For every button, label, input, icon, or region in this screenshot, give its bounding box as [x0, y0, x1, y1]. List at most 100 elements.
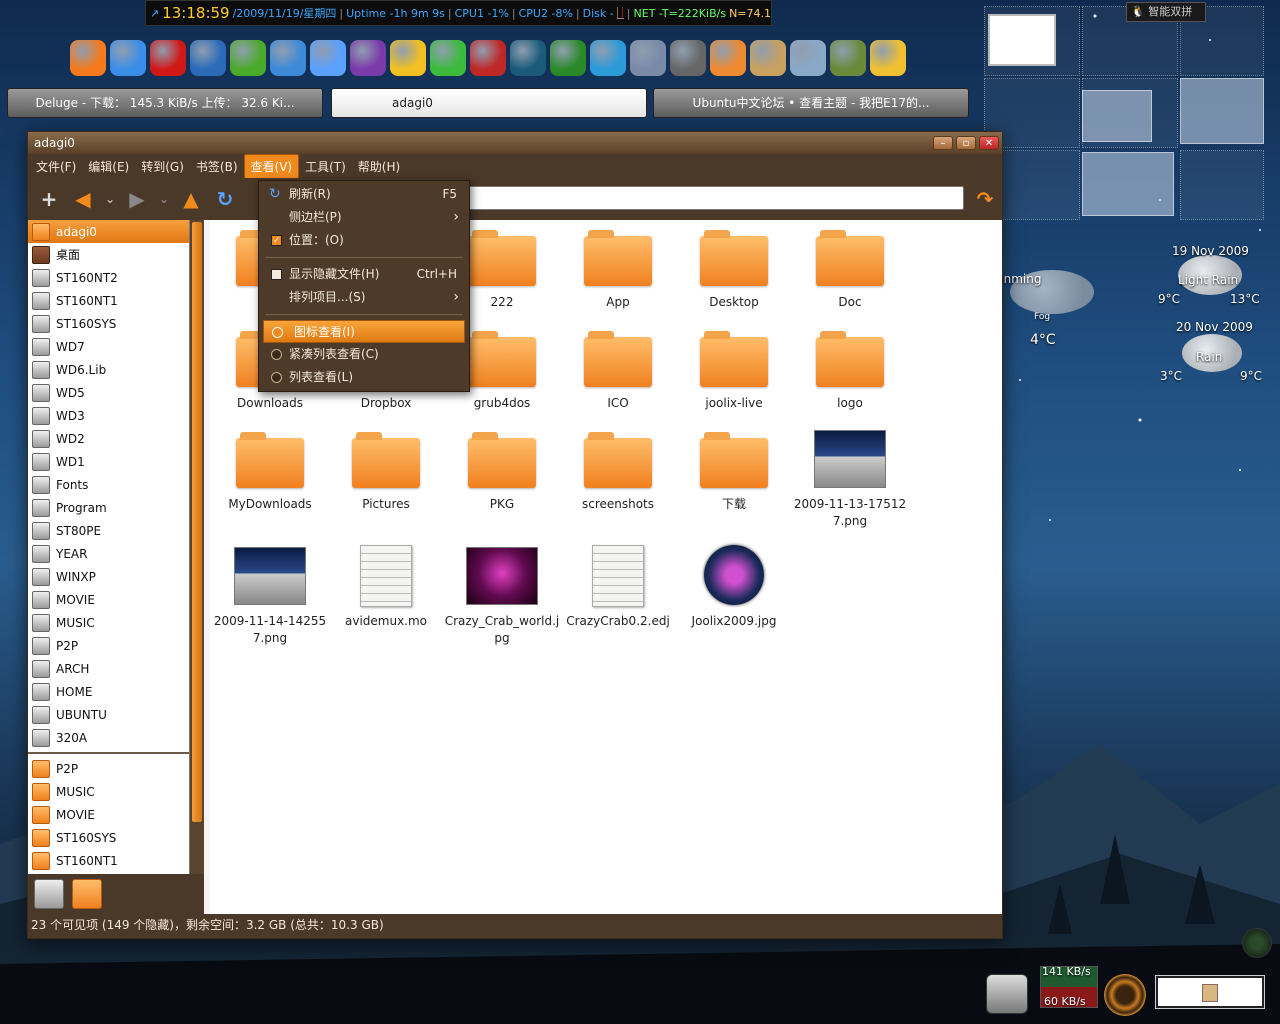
sidebar-item[interactable]: WD7: [28, 335, 189, 358]
speaker-icon[interactable]: [1104, 974, 1146, 1016]
file-item[interactable]: joolix-live: [676, 327, 792, 412]
reload-button[interactable]: ↻: [210, 184, 240, 214]
file-item[interactable]: MyDownloads: [212, 428, 328, 513]
view-menu-item[interactable]: 列表查看(L): [259, 366, 469, 389]
books-icon[interactable]: [830, 40, 866, 76]
round-indicator-icon[interactable]: [1242, 928, 1272, 958]
forward-history-icon[interactable]: ⌄: [156, 184, 172, 214]
task-deluge[interactable]: Deluge - 下载： 145.3 KiB/s 上传： 32.6 Ki...: [7, 88, 323, 118]
view-menu-item[interactable]: 侧边栏(P) ›: [259, 206, 469, 229]
workspace-9[interactable]: [1180, 150, 1264, 220]
menu-go[interactable]: 转到(G): [135, 155, 190, 178]
sidebar-item[interactable]: WD1: [28, 450, 189, 473]
file-item[interactable]: ICO: [560, 327, 676, 412]
swirl-icon[interactable]: [710, 40, 746, 76]
sidebar-item[interactable]: 320A: [28, 726, 189, 749]
sidebar-item[interactable]: 桌面: [28, 243, 189, 266]
file-item[interactable]: 下载: [676, 428, 792, 513]
clipboard-applet[interactable]: [1155, 975, 1265, 1009]
file-item[interactable]: Desktop: [676, 226, 792, 311]
location-entry[interactable]: [468, 186, 964, 210]
gimp-icon[interactable]: [670, 40, 706, 76]
minimize-button[interactable]: –: [933, 136, 953, 150]
file-item[interactable]: App: [560, 226, 676, 311]
xfe-icon[interactable]: [790, 40, 826, 76]
firefox-icon[interactable]: [70, 40, 106, 76]
go-button[interactable]: ↷: [970, 184, 1000, 214]
sidebar-item[interactable]: ST160SYS: [28, 312, 189, 335]
sidebar-item[interactable]: YEAR: [28, 542, 189, 565]
task-ubuntu-forum[interactable]: Ubuntu中文论坛 • 查看主题 - 我把E17的...: [653, 88, 969, 118]
menu-file[interactable]: 文件(F): [30, 155, 82, 178]
folder-tab-icon[interactable]: [72, 879, 102, 909]
up-button[interactable]: ▲: [176, 184, 206, 214]
view-menu-item[interactable]: ✓ 位置：(O): [259, 229, 469, 252]
view-menu-item[interactable]: 排列项目...(S) ›: [259, 286, 469, 309]
titlebar[interactable]: adagi0 – ▫ ✕: [28, 132, 1002, 154]
menu-help[interactable]: 帮助(H): [352, 155, 406, 178]
file-item[interactable]: screenshots: [560, 428, 676, 513]
menu-tools[interactable]: 工具(T): [299, 155, 352, 178]
sidebar-item[interactable]: ARCH: [28, 657, 189, 680]
archive-icon[interactable]: [750, 40, 786, 76]
download-arrow-icon[interactable]: [310, 40, 346, 76]
file-item[interactable]: 2009-11-14-142557.png: [212, 545, 328, 647]
green-download-icon[interactable]: [430, 40, 466, 76]
hotot-icon[interactable]: [190, 40, 226, 76]
view-menu-item[interactable]: ↻ 刷新(R) F5: [259, 183, 469, 206]
sidebar-item[interactable]: ST160NT1: [28, 289, 189, 312]
file-item[interactable]: 2009-11-13-175127.png: [792, 428, 908, 530]
sidebar-item[interactable]: WD2: [28, 427, 189, 450]
pinwheel-icon[interactable]: [870, 40, 906, 76]
back-button[interactable]: ◀: [68, 184, 98, 214]
forward-button[interactable]: ▶: [122, 184, 152, 214]
file-item[interactable]: avidemux.mo: [328, 545, 444, 630]
new-tab-icon[interactable]: +: [34, 184, 64, 214]
file-item[interactable]: Joolix2009.jpg: [676, 545, 792, 630]
media-icon[interactable]: [470, 40, 506, 76]
sidebar-item[interactable]: WD5: [28, 381, 189, 404]
sidebar-item[interactable]: HOME: [28, 680, 189, 703]
bookmark-item[interactable]: ST160SYS: [28, 826, 189, 849]
file-item[interactable]: Doc: [792, 226, 908, 311]
sidebar-item[interactable]: MUSIC: [28, 611, 189, 634]
calculator-icon[interactable]: [630, 40, 666, 76]
view-menu-item[interactable]: 显示隐藏文件(H) Ctrl+H: [259, 263, 469, 286]
chrome-icon[interactable]: [110, 40, 146, 76]
drive-tab-icon[interactable]: [34, 879, 64, 909]
xfce-x-icon[interactable]: [510, 40, 546, 76]
file-item[interactable]: PKG: [444, 428, 560, 513]
sidebar-scrollbar[interactable]: [190, 220, 204, 874]
sidebar-item[interactable]: WD3: [28, 404, 189, 427]
sidebar-item[interactable]: P2P: [28, 634, 189, 657]
bookmark-item[interactable]: MUSIC: [28, 780, 189, 803]
file-item[interactable]: Pictures: [328, 428, 444, 513]
bookmark-item[interactable]: MOVIE: [28, 803, 189, 826]
sidebar-item[interactable]: UBUNTU: [28, 703, 189, 726]
file-item[interactable]: logo: [792, 327, 908, 412]
sidebar-item[interactable]: MOVIE: [28, 588, 189, 611]
file-item[interactable]: CrazyCrab0.2.edj: [560, 545, 676, 630]
leaf-icon[interactable]: [230, 40, 266, 76]
sidebar-item[interactable]: adagi0: [28, 220, 189, 243]
network-icon[interactable]: [270, 40, 306, 76]
ime-indicator[interactable]: 🐧 智能双拼: [1126, 2, 1206, 22]
gp-icon[interactable]: [590, 40, 626, 76]
sidebar-item[interactable]: ST160NT2: [28, 266, 189, 289]
bookmark-item[interactable]: ST160NT1: [28, 849, 189, 872]
pidgin-icon[interactable]: [350, 40, 386, 76]
view-menu-item[interactable]: 紧凑列表查看(C): [259, 343, 469, 366]
sidebar-item[interactable]: Program: [28, 496, 189, 519]
sidebar-item[interactable]: Fonts: [28, 473, 189, 496]
maximize-button[interactable]: ▫: [956, 136, 976, 150]
view-menu-item[interactable]: 图标查看(I): [263, 320, 465, 343]
sidebar-item[interactable]: ST80PE: [28, 519, 189, 542]
menu-edit[interactable]: 编辑(E): [82, 155, 135, 178]
qq-icon[interactable]: [390, 40, 426, 76]
bookmark-item[interactable]: P2P: [28, 757, 189, 780]
workspace-pager[interactable]: [984, 6, 1264, 222]
back-history-icon[interactable]: ⌄: [102, 184, 118, 214]
file-item[interactable]: Crazy_Crab_world.jpg: [444, 545, 560, 647]
opera-icon[interactable]: [150, 40, 186, 76]
close-button[interactable]: ✕: [979, 136, 999, 150]
